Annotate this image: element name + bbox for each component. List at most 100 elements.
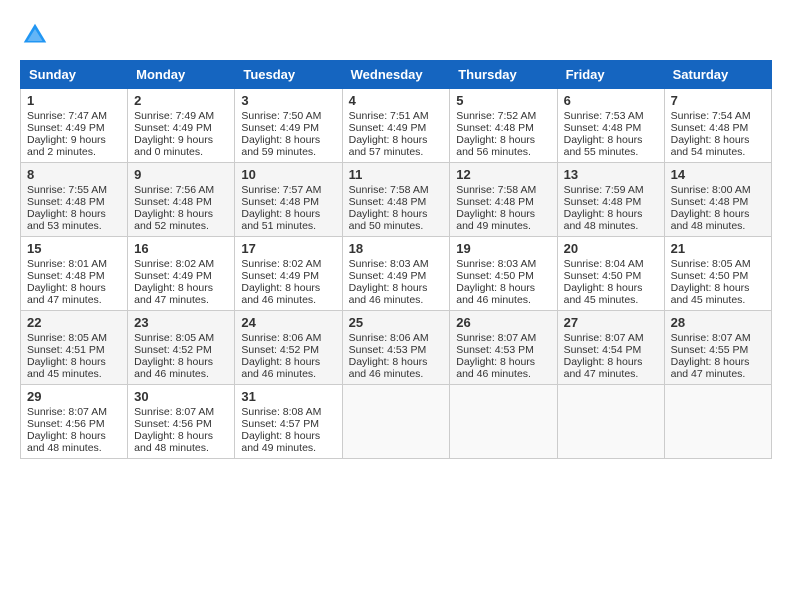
daylight: Daylight: 8 hours and 56 minutes. [456,134,535,158]
daylight: Daylight: 8 hours and 59 minutes. [241,134,320,158]
sunset: Sunset: 4:51 PM [27,344,105,356]
sunset: Sunset: 4:49 PM [27,122,105,134]
sunset: Sunset: 4:48 PM [564,122,642,134]
sunset: Sunset: 4:48 PM [456,122,534,134]
sunset: Sunset: 4:49 PM [241,270,319,282]
page-header [20,20,772,50]
sunrise: Sunrise: 7:56 AM [134,184,214,196]
daylight: Daylight: 8 hours and 48 minutes. [134,430,213,454]
calendar-cell: 1Sunrise: 7:47 AMSunset: 4:49 PMDaylight… [21,89,128,163]
calendar-cell: 16Sunrise: 8:02 AMSunset: 4:49 PMDayligh… [128,237,235,311]
sunrise: Sunrise: 8:06 AM [241,332,321,344]
calendar-cell: 10Sunrise: 7:57 AMSunset: 4:48 PMDayligh… [235,163,342,237]
sunrise: Sunrise: 7:53 AM [564,110,644,122]
sunset: Sunset: 4:48 PM [456,196,534,208]
day-number: 19 [456,241,550,256]
calendar-cell: 17Sunrise: 8:02 AMSunset: 4:49 PMDayligh… [235,237,342,311]
calendar-cell: 9Sunrise: 7:56 AMSunset: 4:48 PMDaylight… [128,163,235,237]
calendar-week-3: 15Sunrise: 8:01 AMSunset: 4:48 PMDayligh… [21,237,772,311]
sunrise: Sunrise: 7:49 AM [134,110,214,122]
sunset: Sunset: 4:49 PM [349,122,427,134]
daylight: Daylight: 8 hours and 50 minutes. [349,208,428,232]
day-number: 27 [564,315,658,330]
calendar-cell: 27Sunrise: 8:07 AMSunset: 4:54 PMDayligh… [557,311,664,385]
calendar-cell: 20Sunrise: 8:04 AMSunset: 4:50 PMDayligh… [557,237,664,311]
sunrise: Sunrise: 8:00 AM [671,184,751,196]
daylight: Daylight: 8 hours and 46 minutes. [241,282,320,306]
sunset: Sunset: 4:57 PM [241,418,319,430]
daylight: Daylight: 8 hours and 45 minutes. [27,356,106,380]
sunrise: Sunrise: 7:58 AM [349,184,429,196]
day-number: 12 [456,167,550,182]
calendar-cell [342,385,450,459]
sunrise: Sunrise: 8:05 AM [671,258,751,270]
sunrise: Sunrise: 7:54 AM [671,110,751,122]
day-header-monday: Monday [128,61,235,89]
day-number: 16 [134,241,228,256]
daylight: Daylight: 8 hours and 45 minutes. [564,282,643,306]
sunset: Sunset: 4:49 PM [134,122,212,134]
daylight: Daylight: 8 hours and 46 minutes. [456,282,535,306]
day-number: 30 [134,389,228,404]
sunrise: Sunrise: 8:08 AM [241,406,321,418]
calendar-cell: 5Sunrise: 7:52 AMSunset: 4:48 PMDaylight… [450,89,557,163]
day-number: 6 [564,93,658,108]
daylight: Daylight: 8 hours and 46 minutes. [349,356,428,380]
sunrise: Sunrise: 7:58 AM [456,184,536,196]
sunrise: Sunrise: 7:50 AM [241,110,321,122]
daylight: Daylight: 8 hours and 46 minutes. [349,282,428,306]
sunrise: Sunrise: 8:07 AM [564,332,644,344]
sunrise: Sunrise: 8:07 AM [134,406,214,418]
sunrise: Sunrise: 8:03 AM [456,258,536,270]
daylight: Daylight: 8 hours and 47 minutes. [564,356,643,380]
daylight: Daylight: 8 hours and 46 minutes. [456,356,535,380]
sunset: Sunset: 4:56 PM [134,418,212,430]
calendar-cell: 15Sunrise: 8:01 AMSunset: 4:48 PMDayligh… [21,237,128,311]
sunrise: Sunrise: 8:05 AM [27,332,107,344]
sunset: Sunset: 4:55 PM [671,344,749,356]
sunrise: Sunrise: 7:55 AM [27,184,107,196]
day-number: 24 [241,315,335,330]
calendar-cell [557,385,664,459]
calendar-cell: 28Sunrise: 8:07 AMSunset: 4:55 PMDayligh… [664,311,771,385]
day-header-friday: Friday [557,61,664,89]
day-number: 3 [241,93,335,108]
sunrise: Sunrise: 8:03 AM [349,258,429,270]
sunset: Sunset: 4:50 PM [671,270,749,282]
sunrise: Sunrise: 8:05 AM [134,332,214,344]
day-number: 29 [27,389,121,404]
sunset: Sunset: 4:52 PM [241,344,319,356]
calendar-cell: 25Sunrise: 8:06 AMSunset: 4:53 PMDayligh… [342,311,450,385]
sunrise: Sunrise: 8:04 AM [564,258,644,270]
sunset: Sunset: 4:48 PM [671,196,749,208]
daylight: Daylight: 8 hours and 47 minutes. [134,282,213,306]
calendar-cell: 4Sunrise: 7:51 AMSunset: 4:49 PMDaylight… [342,89,450,163]
calendar-cell: 29Sunrise: 8:07 AMSunset: 4:56 PMDayligh… [21,385,128,459]
day-number: 4 [349,93,444,108]
sunrise: Sunrise: 8:02 AM [134,258,214,270]
calendar-cell: 6Sunrise: 7:53 AMSunset: 4:48 PMDaylight… [557,89,664,163]
day-number: 11 [349,167,444,182]
calendar-table: SundayMondayTuesdayWednesdayThursdayFrid… [20,60,772,459]
sunrise: Sunrise: 8:07 AM [27,406,107,418]
calendar-cell: 19Sunrise: 8:03 AMSunset: 4:50 PMDayligh… [450,237,557,311]
calendar-week-5: 29Sunrise: 8:07 AMSunset: 4:56 PMDayligh… [21,385,772,459]
day-number: 31 [241,389,335,404]
calendar-cell: 30 Sunrise: 8:07 AMSunset: 4:56 PMDayligh… [128,385,235,459]
day-number: 21 [671,241,765,256]
logo-icon [20,20,50,50]
sunrise: Sunrise: 8:07 AM [671,332,751,344]
day-number: 8 [27,167,121,182]
sunrise: Sunrise: 7:47 AM [27,110,107,122]
sunset: Sunset: 4:52 PM [134,344,212,356]
day-number: 17 [241,241,335,256]
daylight: Daylight: 8 hours and 46 minutes. [241,356,320,380]
day-number: 26 [456,315,550,330]
day-number: 7 [671,93,765,108]
calendar-cell: 14Sunrise: 8:00 AMSunset: 4:48 PMDayligh… [664,163,771,237]
day-number: 13 [564,167,658,182]
daylight: Daylight: 8 hours and 48 minutes. [564,208,643,232]
daylight: Daylight: 8 hours and 49 minutes. [456,208,535,232]
calendar-cell: 31Sunrise: 8:08 AMSunset: 4:57 PMDayligh… [235,385,342,459]
day-header-saturday: Saturday [664,61,771,89]
